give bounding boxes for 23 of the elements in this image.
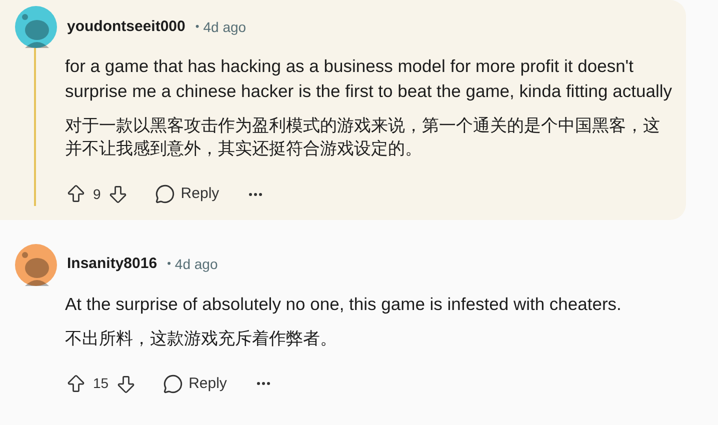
- comment-translation: 不出所料，这款游戏充斥着作弊者。: [65, 328, 338, 350]
- comment-translation: 对于一款以黑客攻击作为盈利模式的游戏来说，第一个通关的是个中国黑客，这并不让我感到意外，其实还挺符合游戏设定的。: [65, 115, 661, 161]
- vote-count: 15: [93, 374, 109, 394]
- avatar-icon: [15, 244, 57, 286]
- username[interactable]: youdontseeit000: [67, 16, 186, 38]
- reply-button[interactable]: Reply: [154, 183, 220, 206]
- separator-dot: •: [195, 20, 200, 35]
- upvote-button[interactable]: [65, 372, 87, 395]
- more-options-button[interactable]: [249, 192, 262, 196]
- username[interactable]: Insanity8016: [67, 253, 158, 276]
- comment-text: for a game that has hacking as a business model for more profit it doesn't surprise me a chinese hacker is the first to beat the game, kinda fitting actually: [65, 55, 673, 103]
- speech-bubble-icon: [154, 184, 175, 204]
- comment-text: At the surprise of absolutely no one, this game is infested with cheaters.: [65, 292, 622, 316]
- separator-dot: •: [167, 257, 171, 272]
- vote-count: 9: [93, 184, 101, 204]
- more-options-button[interactable]: [256, 382, 270, 386]
- reply-button[interactable]: Reply: [162, 372, 227, 395]
- avatar-icon: [15, 6, 57, 48]
- more-icon: [249, 192, 262, 196]
- speech-bubble-icon: [162, 374, 183, 394]
- timestamp: 4d ago: [174, 255, 218, 274]
- more-icon: [256, 382, 270, 386]
- timestamp: 4d ago: [203, 18, 246, 37]
